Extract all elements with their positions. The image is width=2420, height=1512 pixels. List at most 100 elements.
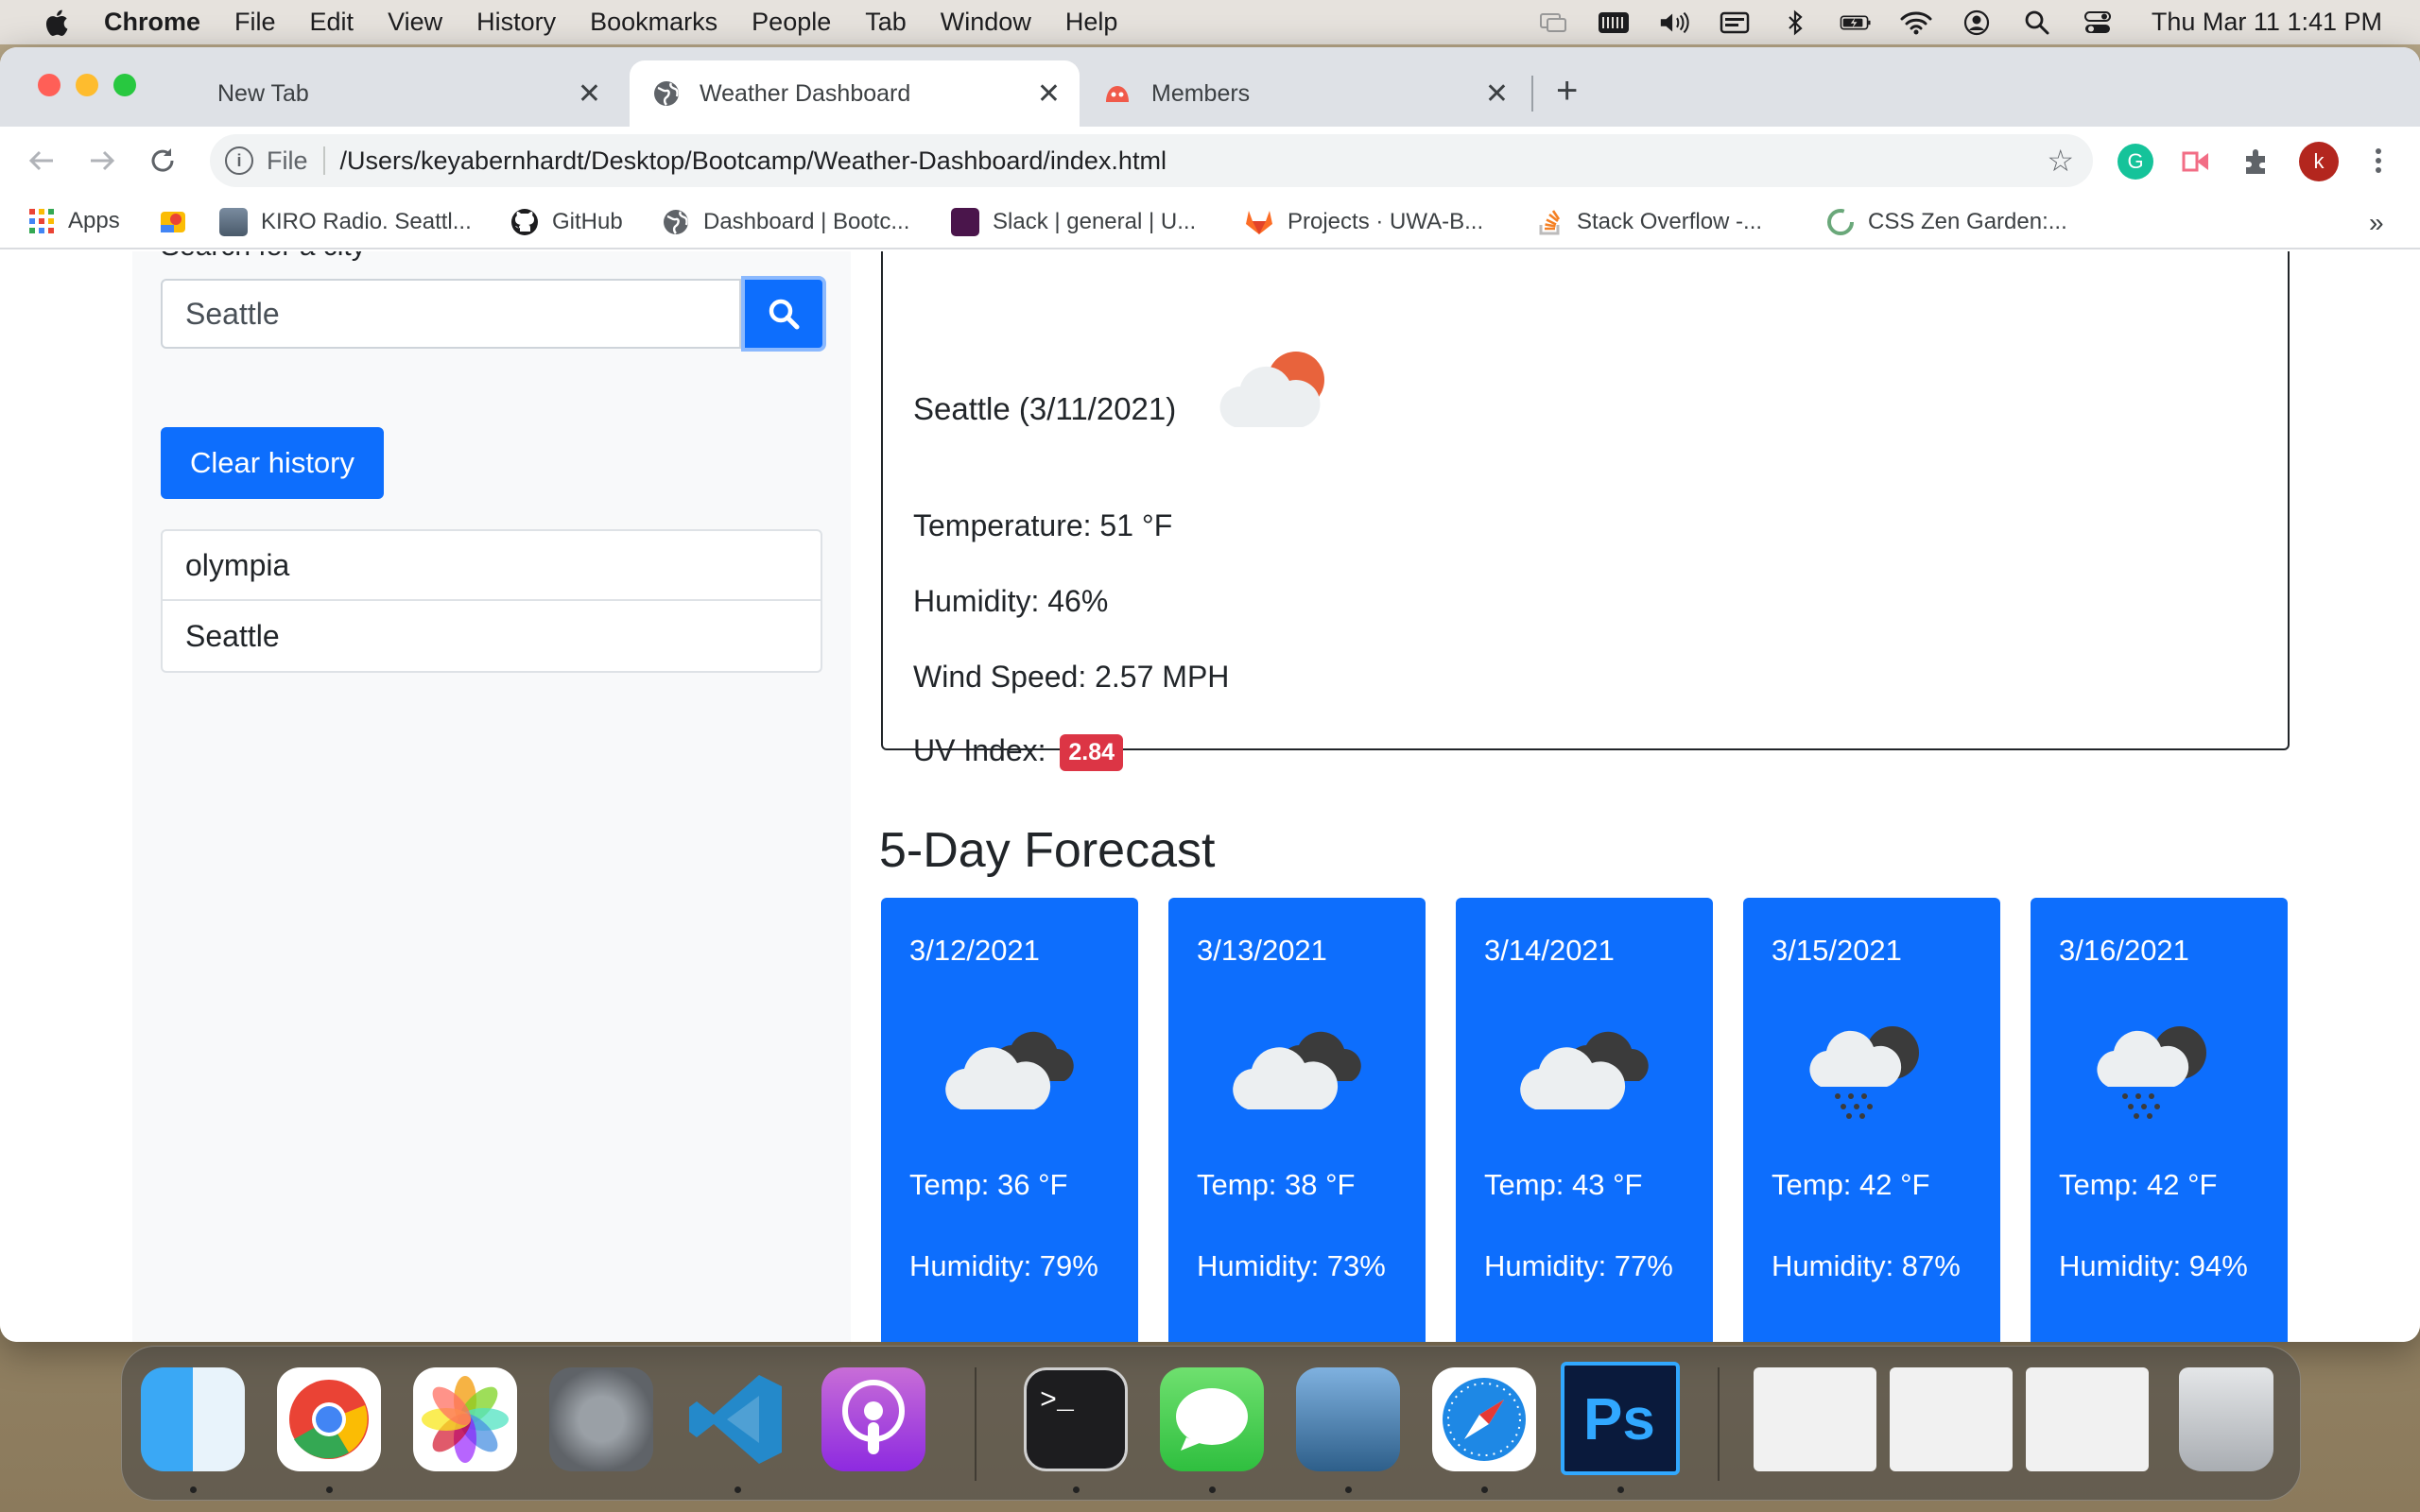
bookmark-gitlab[interactable]: Projects · UWA-B... (1244, 208, 1483, 236)
close-tab-icon[interactable]: ✕ (1485, 77, 1509, 111)
rain-icon (2097, 1026, 2206, 1119)
bookmark-github[interactable]: GitHub (510, 208, 623, 236)
running-indicator (1073, 1486, 1080, 1493)
history-item[interactable]: olympia (161, 529, 822, 601)
forward-icon[interactable] (81, 140, 123, 181)
cloudy-icon (1520, 1031, 1649, 1109)
search-history-list: olympia Seattle (161, 529, 822, 673)
keyboard-icon[interactable] (1598, 10, 1630, 35)
menu-bookmarks[interactable]: Bookmarks (590, 8, 717, 37)
globe-icon (664, 210, 688, 234)
volume-icon[interactable] (1658, 10, 1690, 35)
search-button[interactable] (741, 276, 826, 352)
close-tab-icon[interactable]: ✕ (1037, 77, 1061, 111)
dock-separator (975, 1367, 977, 1481)
bookmark-slack[interactable]: Slack | general | U... (951, 208, 1196, 236)
photoshop-icon[interactable]: Ps (1561, 1362, 1680, 1475)
tab-new-tab[interactable]: New Tab ✕ (180, 60, 620, 127)
chrome-menu-icon[interactable] (2358, 140, 2399, 181)
tab-title: Weather Dashboard (700, 79, 911, 107)
preview-icon[interactable] (1296, 1367, 1400, 1471)
close-window-button[interactable] (38, 74, 60, 96)
display-icon[interactable] (1719, 10, 1751, 35)
history-item[interactable]: Seattle (161, 601, 822, 673)
vscode-icon[interactable] (685, 1367, 789, 1471)
bookmark-stack-overflow[interactable]: Stack Overflow -... (1537, 208, 1762, 236)
tab-weather-dashboard[interactable]: Weather Dashboard ✕ (630, 60, 1080, 127)
menu-people[interactable]: People (752, 8, 831, 37)
bookmarks-overflow-icon[interactable]: » (2369, 208, 2384, 238)
tab-title: New Tab (217, 79, 309, 107)
forecast-date: 3/15/2021 (1772, 934, 1902, 967)
terminal-icon[interactable]: >_ (1024, 1367, 1128, 1471)
bookmark-kiro[interactable]: KIRO Radio. Seattl... (219, 208, 472, 236)
menu-clock[interactable]: Thu Mar 11 1:41 PM (2152, 8, 2382, 37)
menu-view[interactable]: View (388, 8, 442, 37)
forecast-card: 3/15/2021 Temp: 42 °F Humidity: 87% (1743, 898, 2000, 1342)
spotlight-search-icon[interactable] (2021, 10, 2053, 35)
grammarly-extension-icon[interactable]: G (2118, 144, 2153, 180)
bookmark-apps[interactable]: Apps (28, 208, 120, 234)
menu-file[interactable]: File (234, 8, 276, 37)
city-search-input[interactable] (161, 279, 741, 349)
url-divider (322, 146, 325, 175)
slack-favicon-icon (951, 208, 979, 236)
svg-text:Ps: Ps (1583, 1387, 1655, 1452)
reload-icon[interactable] (142, 140, 183, 181)
chrome-icon[interactable] (277, 1367, 381, 1471)
menu-tab[interactable]: Tab (865, 8, 907, 37)
downloads-stack-icon[interactable] (1754, 1367, 1876, 1471)
bluetooth-icon[interactable] (1779, 9, 1811, 35)
bookmark-dashboard[interactable]: Dashboard | Bootc... (662, 208, 909, 236)
forecast-card: 3/14/2021 Temp: 43 °F Humidity: 77% (1456, 898, 1713, 1342)
uv-index-badge: 2.84 (1060, 734, 1124, 772)
current-city-date: Seattle (3/11/2021) (913, 391, 1177, 426)
forecast-card: 3/12/2021 Temp: 36 °F Humidity: 79% (881, 898, 1138, 1342)
trash-icon[interactable] (2179, 1367, 2273, 1471)
system-preferences-icon[interactable] (549, 1367, 653, 1471)
address-bar[interactable]: i File /Users/keyabernhardt/Desktop/Boot… (210, 134, 2093, 187)
site-info-icon[interactable]: i (225, 146, 253, 175)
screenshot-stack-icon[interactable] (1890, 1367, 2013, 1471)
apple-icon[interactable] (42, 8, 70, 38)
menu-window[interactable]: Window (941, 8, 1031, 37)
bookmark-label: Apps (68, 208, 120, 233)
extensions-puzzle-icon[interactable] (2238, 144, 2274, 180)
wifi-icon[interactable] (1900, 10, 1932, 35)
clear-history-button[interactable]: Clear history (161, 427, 384, 499)
control-center-icon[interactable] (2082, 10, 2114, 35)
bookmark-css-zen-garden[interactable]: CSS Zen Garden:... (1826, 208, 2067, 236)
tab-members[interactable]: Members ✕ (1087, 60, 1528, 127)
close-tab-icon[interactable]: ✕ (578, 77, 601, 111)
menu-edit[interactable]: Edit (310, 8, 354, 37)
screenshot-stack-icon[interactable] (2026, 1367, 2149, 1471)
forecast-humidity: Humidity: 87% (1772, 1249, 1961, 1282)
dock-separator (1718, 1367, 1720, 1481)
forecast-temp: Temp: 36 °F (909, 1168, 1068, 1201)
back-icon[interactable] (21, 140, 62, 181)
screen-mirroring-icon[interactable] (1537, 10, 1569, 35)
minimize-window-button[interactable] (76, 74, 98, 96)
photos-icon[interactable] (413, 1367, 517, 1471)
url-text[interactable]: /Users/keyabernhardt/Desktop/Bootcamp/We… (340, 146, 1167, 176)
forecast-card: 3/13/2021 Temp: 38 °F Humidity: 73% (1168, 898, 1426, 1342)
search-icon (769, 299, 800, 330)
finder-icon[interactable] (141, 1367, 245, 1471)
forecast-humidity: Humidity: 73% (1197, 1249, 1386, 1282)
menu-help[interactable]: Help (1065, 8, 1118, 37)
podcasts-icon[interactable] (821, 1367, 925, 1471)
menu-history[interactable]: History (476, 8, 556, 37)
bookmark-star-icon[interactable]: ☆ (2047, 143, 2074, 179)
new-tab-icon[interactable]: + (1556, 70, 1578, 112)
user-account-icon[interactable] (1961, 9, 1993, 35)
battery-icon[interactable] (1840, 10, 1872, 35)
running-indicator (1209, 1486, 1216, 1493)
zoom-window-button[interactable] (113, 74, 136, 96)
profile-avatar[interactable]: k (2299, 142, 2339, 181)
safari-icon[interactable] (1432, 1367, 1536, 1471)
menu-app-name[interactable]: Chrome (104, 8, 200, 37)
screencast-extension-icon[interactable] (2178, 144, 2214, 180)
running-indicator (190, 1486, 197, 1493)
messages-icon[interactable] (1160, 1367, 1264, 1471)
bookmark-maps[interactable] (159, 208, 187, 236)
